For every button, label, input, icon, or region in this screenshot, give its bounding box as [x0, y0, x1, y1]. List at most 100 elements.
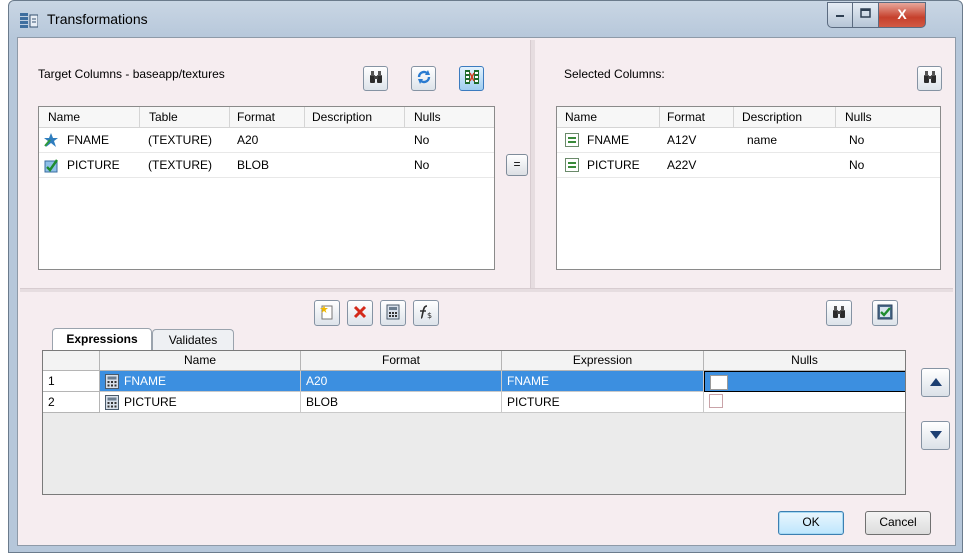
target-header-name: Name: [48, 110, 81, 124]
expression-row[interactable]: 2 PICTURE BLOB PICTURE: [43, 392, 905, 413]
move-up-button[interactable]: [921, 368, 950, 397]
horizontal-splitter[interactable]: [20, 288, 953, 292]
target-header-description: Description: [312, 110, 373, 124]
target-row[interactable]: PICTURE (TEXTURE) BLOB No: [39, 153, 494, 178]
field-icon: [565, 158, 579, 175]
selected-row[interactable]: FNAME A12V name No: [557, 128, 940, 153]
check-column-icon: [43, 157, 59, 176]
selected-columns-grid[interactable]: Name Format Description Nulls FNAME A12V…: [556, 106, 941, 270]
selected-grid-header: Name Format Description Nulls: [557, 107, 940, 128]
target-cell-format: A20: [237, 133, 259, 147]
minimize-icon: [835, 6, 845, 21]
field-icon: [565, 133, 579, 150]
target-cell-name: PICTURE: [67, 158, 120, 172]
selected-header-format: Format: [667, 110, 706, 124]
expression-row[interactable]: 1 FNAME A20 FNAME: [43, 371, 905, 392]
selected-cell-description: name: [747, 133, 778, 147]
target-refresh-button[interactable]: [411, 66, 436, 91]
selected-header-name: Name: [565, 110, 598, 124]
delete-expression-button[interactable]: [347, 300, 373, 326]
expr-cell-format[interactable]: A20: [301, 371, 502, 392]
minimize-button[interactable]: [827, 2, 853, 28]
target-columns-label: Target Columns - baseapp/textures: [38, 67, 225, 81]
expr-header-name: Name: [100, 351, 301, 371]
column-mapping-icon: [464, 69, 480, 88]
maximize-icon: [860, 6, 871, 21]
svg-text:$: $: [427, 311, 432, 320]
expr-cell-name[interactable]: FNAME: [100, 371, 301, 392]
row-number-header: [43, 351, 100, 371]
expr-header-nulls: Nulls: [704, 351, 905, 371]
calculator-field-icon: [105, 395, 119, 413]
move-down-button[interactable]: [921, 421, 950, 450]
close-button[interactable]: X: [878, 2, 926, 28]
target-cell-table: (TEXTURE): [148, 133, 212, 147]
expr-cell-format[interactable]: BLOB: [301, 392, 502, 413]
validate-button[interactable]: [872, 300, 898, 326]
target-columns-grid[interactable]: Name Table Format Description Nulls FNAM…: [38, 106, 495, 270]
expr-header-expression: Expression: [502, 351, 704, 371]
row-number: 2: [43, 392, 100, 413]
title-bar[interactable]: Transformations X: [9, 1, 962, 37]
selected-header-nulls: Nulls: [845, 110, 872, 124]
expr-cell-expression[interactable]: PICTURE: [502, 392, 704, 413]
equal-map-button[interactable]: =: [506, 154, 528, 176]
refresh-icon: [416, 69, 432, 88]
key-column-icon: [43, 132, 59, 151]
transformations-app-icon: [20, 13, 39, 29]
selected-cell-format: A12V: [667, 133, 697, 147]
expressions-grid[interactable]: Name Format Expression Nulls 1 FNAME A20: [42, 350, 906, 495]
selected-cell-name: PICTURE: [587, 158, 640, 172]
target-grid-header: Name Table Format Description Nulls: [39, 107, 494, 128]
binoculars-icon: [922, 69, 938, 88]
expr-cell-nulls[interactable]: [704, 371, 905, 392]
tab-expressions[interactable]: Expressions: [52, 328, 152, 351]
cancel-button[interactable]: Cancel: [865, 511, 931, 535]
target-cell-name: FNAME: [67, 133, 109, 147]
expr-cell-expression[interactable]: FNAME: [502, 371, 704, 392]
expr-cell-nulls[interactable]: [704, 392, 905, 413]
nulls-checkbox[interactable]: [709, 394, 723, 408]
function-fx-icon: $: [417, 304, 435, 323]
function-button[interactable]: $: [413, 300, 439, 326]
selected-cell-nulls: No: [849, 133, 865, 147]
tab-validates[interactable]: Validates: [152, 329, 234, 351]
binoculars-icon: [831, 304, 847, 323]
dialog-client-area: Target Columns - baseapp/textures Name T…: [17, 37, 956, 546]
target-cell-nulls: No: [414, 133, 430, 147]
transformations-window: Transformations X Target Columns - basea…: [8, 0, 963, 553]
target-cell-table: (TEXTURE): [148, 158, 212, 172]
expressions-find-button[interactable]: [826, 300, 852, 326]
binoculars-icon: [368, 69, 384, 88]
validate-check-icon: [877, 304, 893, 323]
target-auto-map-button[interactable]: [459, 66, 484, 91]
target-find-button[interactable]: [363, 66, 388, 91]
new-document-icon: [319, 304, 335, 323]
nulls-checkbox[interactable]: [710, 375, 728, 390]
expr-cell-name[interactable]: PICTURE: [100, 392, 301, 413]
selected-cell-name: FNAME: [587, 133, 629, 147]
vertical-splitter[interactable]: [530, 40, 535, 290]
target-header-table: Table: [149, 110, 178, 124]
new-expression-button[interactable]: [314, 300, 340, 326]
close-icon: X: [897, 6, 907, 22]
selected-row[interactable]: PICTURE A22V No: [557, 153, 940, 178]
expr-header-format: Format: [301, 351, 502, 371]
calculator-button[interactable]: [380, 300, 406, 326]
selected-cell-nulls: No: [849, 158, 865, 172]
window-title: Transformations: [47, 11, 148, 27]
triangle-down-icon: [929, 429, 943, 443]
triangle-up-icon: [929, 376, 943, 390]
target-row[interactable]: FNAME (TEXTURE) A20 No: [39, 128, 494, 153]
maximize-button[interactable]: [852, 2, 879, 28]
row-number: 1: [43, 371, 100, 392]
calculator-field-icon: [105, 374, 119, 392]
expressions-grid-header: Name Format Expression Nulls: [43, 351, 905, 371]
selected-find-button[interactable]: [917, 66, 942, 91]
selected-cell-format: A22V: [667, 158, 697, 172]
ok-button[interactable]: OK: [778, 511, 844, 535]
target-cell-nulls: No: [414, 158, 430, 172]
target-header-format: Format: [237, 110, 276, 124]
target-cell-format: BLOB: [237, 158, 270, 172]
selected-columns-label: Selected Columns:: [564, 67, 665, 81]
